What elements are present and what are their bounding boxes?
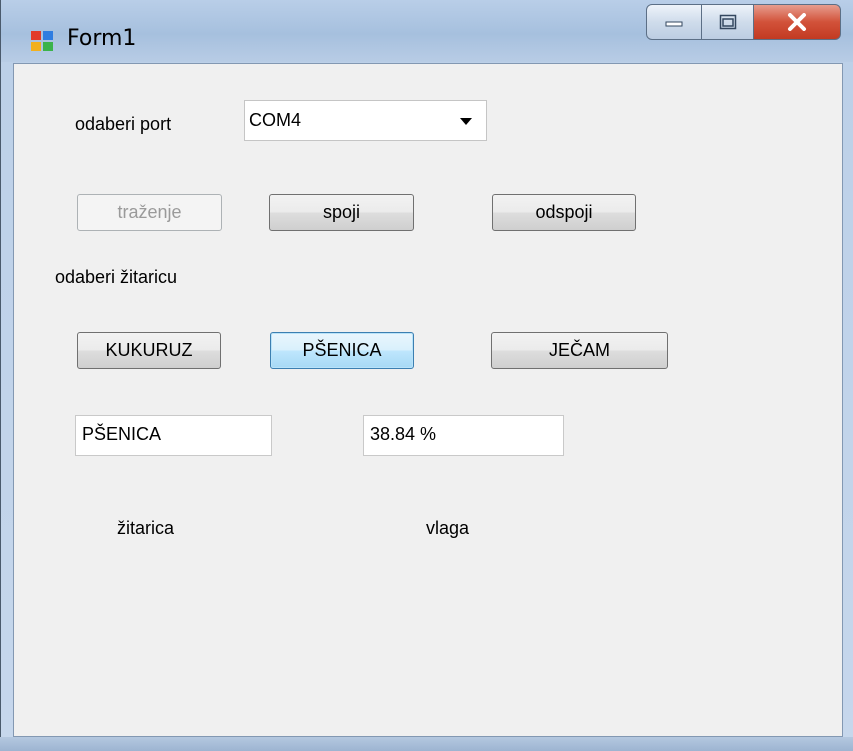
minimize-button[interactable] [646, 4, 702, 40]
dropdown-arrow-icon [460, 118, 472, 125]
app-icon [31, 31, 53, 51]
maximize-icon [719, 14, 736, 30]
close-button[interactable] [754, 4, 841, 40]
grain-textbox[interactable]: PŠENICA [75, 415, 272, 456]
title-bar[interactable]: Form1 [1, 0, 853, 62]
grain-label: odaberi žitaricu [55, 267, 178, 287]
search-button[interactable]: traženje [77, 194, 222, 231]
close-icon [788, 13, 806, 31]
disconnect-button[interactable]: odspoji [492, 194, 636, 231]
grain-caption: žitarica [117, 518, 175, 538]
window-title: Form1 [67, 26, 137, 51]
window-bottom-border [0, 737, 853, 751]
minimize-icon [665, 21, 683, 27]
connect-button[interactable]: spoji [269, 194, 414, 231]
moisture-caption: vlaga [426, 518, 470, 538]
moisture-textbox[interactable]: 38.84 % [363, 415, 564, 456]
grain-button-psenica[interactable]: PŠENICA [270, 332, 414, 369]
port-label: odaberi port [75, 114, 172, 134]
form-client-area [13, 63, 843, 737]
grain-button-kukuruz[interactable]: KUKURUZ [77, 332, 221, 369]
port-selected-value: COM4 [249, 110, 302, 130]
port-combobox[interactable]: COM4 [244, 100, 487, 141]
grain-button-jecam[interactable]: JEČAM [491, 332, 668, 369]
maximize-button[interactable] [702, 4, 754, 40]
